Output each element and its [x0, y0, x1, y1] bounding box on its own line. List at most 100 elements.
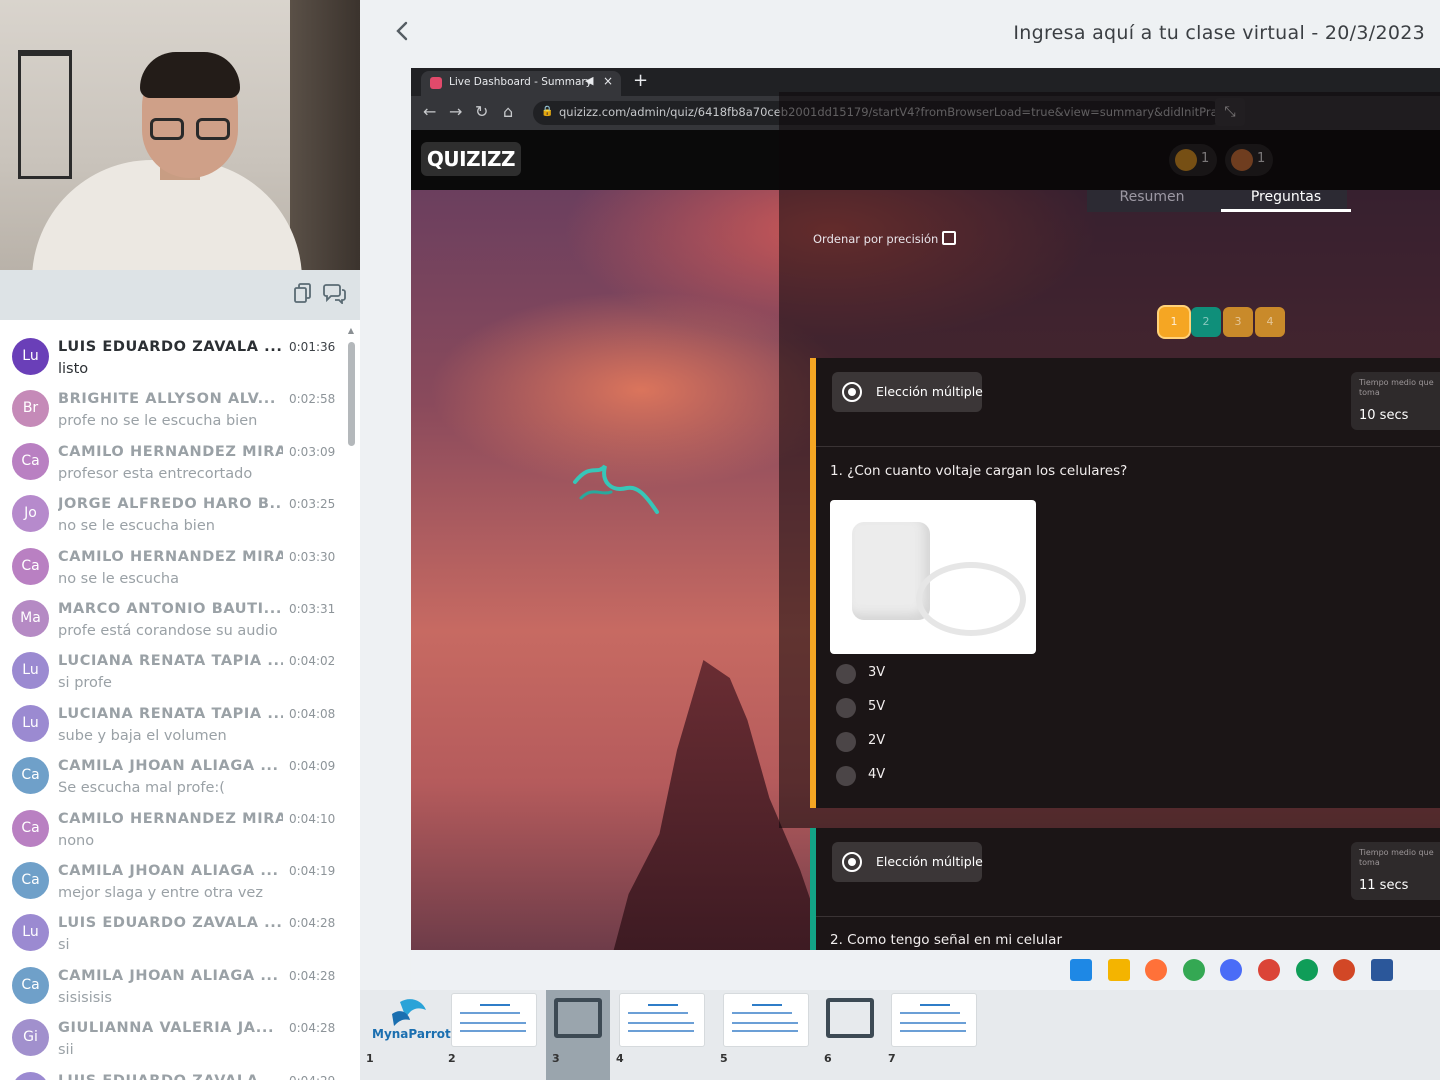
- average-time-value: 11 secs: [1359, 878, 1409, 893]
- speaker-icon[interactable]: ◀: [585, 74, 593, 87]
- message-time: 0:03:30: [289, 549, 336, 564]
- message-time: 0:04:29: [289, 1074, 335, 1080]
- question-type-chip: Elección múltiple: [832, 372, 983, 412]
- radio-type-icon: [842, 382, 862, 402]
- sender-name: CAMILO HERNANDEZ MIRA: [58, 548, 283, 565]
- option-label: 4V: [868, 767, 886, 782]
- message-text: sii: [58, 1042, 74, 1059]
- chat-message: Lu LUIS EDUARDO ZAVALA ... 0:04:29: [0, 1066, 345, 1080]
- network-app-icon[interactable]: [1220, 959, 1243, 981]
- tab-questions[interactable]: Preguntas: [1221, 190, 1351, 212]
- scrollbar-thumb[interactable]: [348, 342, 355, 446]
- sender-name: LUCIANA RENATA TAPIA ...: [58, 705, 283, 722]
- chat-message: Br BRIGHITE ALLYSON ALV... 0:02:58 profe no…: [0, 384, 345, 436]
- question-text: 2. Como tengo señal en mi celular: [830, 932, 1062, 948]
- avatar: Lu: [12, 1071, 49, 1080]
- question-text: 1. ¿Con cuanto voltaje cargan los celula…: [830, 463, 1128, 479]
- chrome-profile-icon[interactable]: [1258, 959, 1280, 981]
- sender-name: JORGE ALFREDO HARO B...: [58, 496, 283, 513]
- chrome-icon[interactable]: [1182, 959, 1205, 981]
- browser-back-icon[interactable]: ←: [423, 102, 436, 121]
- message-time: 0:01:36: [289, 340, 336, 354]
- class-title: Ingresa aquí a tu clase virtual - 20/3/2…: [1013, 22, 1425, 44]
- tab-summary[interactable]: Resumen: [1087, 190, 1217, 212]
- browser-forward-icon[interactable]: →: [449, 102, 462, 121]
- average-time-box: Tiempo medio que toma 10 secs: [1351, 372, 1440, 430]
- reload-icon[interactable]: ↻: [475, 102, 488, 121]
- question-type-label: Elección múltiple: [876, 384, 983, 399]
- slide-preview: [620, 994, 704, 1046]
- chat-message-list[interactable]: ▲ Lu LUIS EDUARDO ZAVALA ... 0:01:36 listo B…: [0, 320, 360, 1080]
- message-time: 0:04:19: [289, 864, 336, 878]
- option-radio[interactable]: [836, 698, 856, 718]
- copy-icon[interactable]: [290, 282, 316, 308]
- browser-tab-title: Live Dashboard - Summary: [449, 76, 592, 88]
- average-time-label: Tiempo medio que toma: [1359, 848, 1434, 867]
- message-text: no se le escucha: [58, 570, 179, 587]
- sender-name: LUCIANA RENATA TAPIA ...: [58, 653, 283, 670]
- slide-thumbnail[interactable]: 6: [818, 990, 882, 1080]
- chat-message: Ca CAMILO HERNANDEZ MIRA 0:03:09 profesor e…: [0, 437, 345, 489]
- file-explorer-icon[interactable]: [1107, 959, 1130, 981]
- sender-name: CAMILO HERNANDEZ MIRA: [58, 810, 283, 827]
- chat-bubbles-icon[interactable]: [322, 282, 348, 308]
- tab-close-icon[interactable]: ×: [603, 74, 613, 88]
- average-time-label: Tiempo medio que toma: [1359, 378, 1434, 397]
- message-text: sube y baja el volumen: [58, 727, 227, 744]
- scroll-up-icon[interactable]: ▲: [346, 326, 356, 336]
- sort-by-accuracy[interactable]: Ordenar por precisión: [813, 231, 957, 246]
- slide-number: 4: [616, 1052, 624, 1065]
- option-radio[interactable]: [836, 664, 856, 684]
- screen-share-icon: [818, 994, 882, 1046]
- home-icon[interactable]: ⌂: [503, 102, 513, 121]
- sort-label: Ordenar por precisión: [813, 232, 939, 246]
- option-label: 2V: [868, 733, 886, 748]
- charger-image: [830, 500, 1036, 654]
- question-page-button[interactable]: 1: [1159, 307, 1189, 337]
- slide-number: 5: [720, 1052, 728, 1065]
- slide-thumbnail[interactable]: 5: [714, 990, 814, 1080]
- avatar: Gi: [12, 1019, 49, 1057]
- sender-name: BRIGHITE ALLYSON ALV...: [58, 391, 276, 408]
- powerpoint-icon[interactable]: [1333, 959, 1356, 981]
- message-time: 0:04:02: [289, 654, 336, 669]
- chrome-profile-2-icon[interactable]: [1295, 959, 1318, 981]
- avatar: Ca: [12, 809, 49, 847]
- message-time: 0:03:25: [289, 497, 336, 512]
- chat-message: Ca CAMILO HERNANDEZ MIRA 0:04:10 nono: [0, 804, 345, 856]
- sort-checkbox[interactable]: [942, 231, 957, 245]
- slide-thumbnail[interactable]: 2: [442, 990, 542, 1080]
- chevron-left-icon: [396, 21, 408, 41]
- question-page-button[interactable]: 2: [1191, 307, 1221, 337]
- question-type-label: Elección múltiple: [876, 854, 983, 869]
- slide-preview: [452, 994, 536, 1046]
- back-button[interactable]: [388, 18, 416, 50]
- slide-thumbnail[interactable]: 7: [882, 990, 982, 1080]
- webcam-video: [0, 0, 360, 270]
- chat-message: Ca CAMILO HERNANDEZ MIRA 0:03:30 no se le e…: [0, 542, 345, 594]
- option-radio[interactable]: [836, 766, 856, 786]
- avatar: Lu: [12, 914, 49, 952]
- browser-tab[interactable]: Live Dashboard - Summary ◀ ×: [421, 71, 621, 96]
- divider: [816, 446, 1440, 447]
- question-page-button[interactable]: 3: [1223, 307, 1253, 337]
- option-radio[interactable]: [836, 732, 856, 752]
- question-page-button[interactable]: 4: [1255, 307, 1285, 337]
- new-tab-button[interactable]: +: [633, 70, 648, 91]
- quizizz-favicon-icon: [430, 77, 442, 89]
- sender-name: CAMILA JHOAN ALIAGA ...: [58, 967, 279, 984]
- message-time: 0:03:09: [289, 444, 336, 459]
- slide-preview: [892, 994, 976, 1046]
- avatar: Ca: [12, 757, 49, 795]
- average-time-value: 10 secs: [1359, 408, 1409, 423]
- slide-thumbnail[interactable]: 4: [610, 990, 710, 1080]
- sender-name: GIULIANNA VALERIA JA...: [58, 1020, 275, 1037]
- slide-thumbnail[interactable]: 3: [546, 990, 610, 1080]
- windows-start-icon[interactable]: [1070, 959, 1092, 981]
- word-icon[interactable]: [1370, 959, 1393, 981]
- slide-number: 7: [888, 1052, 896, 1065]
- chat-scrollbar[interactable]: ▲: [346, 326, 356, 1076]
- firefox-icon[interactable]: [1145, 959, 1168, 981]
- message-time: 0:04:09: [289, 759, 336, 774]
- divider: [816, 916, 1440, 917]
